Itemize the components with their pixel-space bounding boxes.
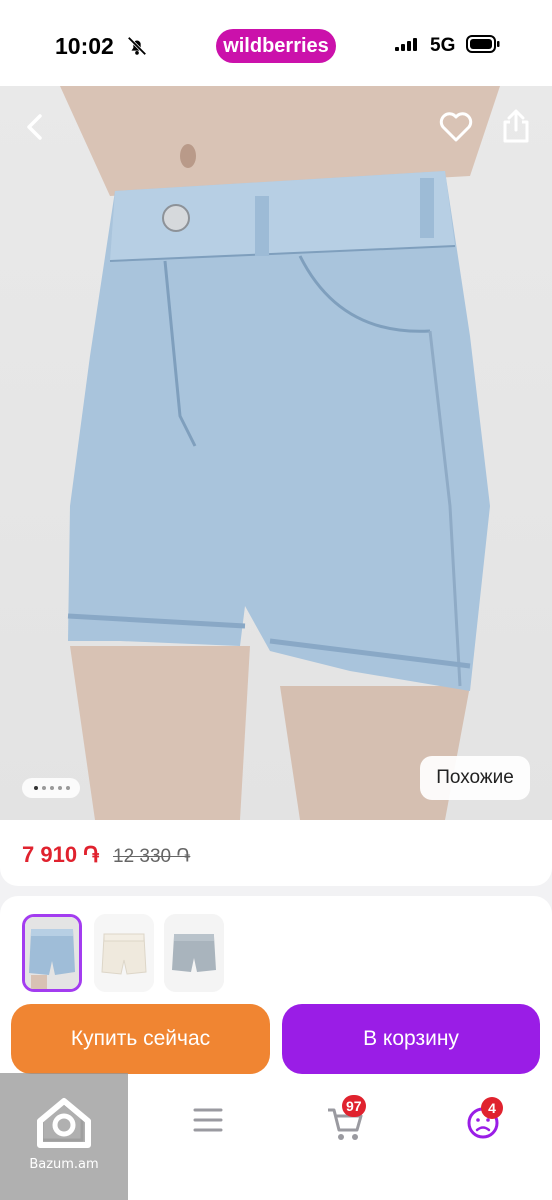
- action-bar: Купить сейчас В корзину: [0, 992, 552, 1078]
- product-image-gallery[interactable]: Похожие: [0, 86, 552, 820]
- cart-count-badge: 97: [342, 1095, 366, 1117]
- tab-catalog[interactable]: [180, 1096, 236, 1144]
- old-price: 12 330 ֏: [113, 846, 191, 867]
- price-card: 7 910 ֏ 12 330 ֏: [0, 820, 552, 886]
- current-price: 7 910 ֏: [22, 842, 100, 867]
- variant-thumb-grey[interactable]: [164, 914, 224, 992]
- similar-button[interactable]: Похожие: [420, 756, 530, 800]
- white-shorts-thumbnail: [94, 914, 154, 992]
- pagination-dot: [66, 786, 70, 790]
- watermark-logo: [37, 1098, 91, 1148]
- heart-icon[interactable]: [438, 110, 474, 144]
- variant-thumb-light-blue[interactable]: [22, 914, 82, 992]
- variant-thumb-white[interactable]: [94, 914, 154, 992]
- watermark: Bazum.am: [0, 1073, 128, 1200]
- pagination-dot: [58, 786, 62, 790]
- pagination-dot: [50, 786, 54, 790]
- menu-icon: [193, 1108, 223, 1132]
- add-to-cart-button[interactable]: В корзину: [282, 1004, 540, 1074]
- back-icon[interactable]: [20, 110, 50, 144]
- pagination-dot-active: [34, 786, 38, 790]
- share-icon[interactable]: [500, 108, 532, 144]
- app-pill[interactable]: wildberries: [216, 29, 336, 63]
- buy-now-button[interactable]: Купить сейчас: [11, 1004, 270, 1074]
- grey-shorts-thumbnail: [164, 914, 224, 992]
- pagination-dot: [42, 786, 46, 790]
- product-photo-denim-shorts: [60, 86, 500, 820]
- light-blue-shorts-thumbnail: [25, 917, 79, 989]
- watermark-text: Bazum.am: [29, 1157, 99, 1172]
- tab-profile[interactable]: 4: [455, 1096, 511, 1144]
- status-bar: 10:02 wildberries 5G: [0, 0, 552, 86]
- tab-cart[interactable]: 97: [318, 1095, 374, 1144]
- gallery-pagination: [22, 778, 80, 798]
- status-time: 10:02: [55, 33, 114, 59]
- notifications-badge: 4: [481, 1097, 503, 1119]
- network-type: 5G: [430, 35, 456, 56]
- bell-muted-icon: [127, 36, 147, 56]
- signal-icon: [395, 38, 417, 51]
- battery-icon: [466, 35, 500, 53]
